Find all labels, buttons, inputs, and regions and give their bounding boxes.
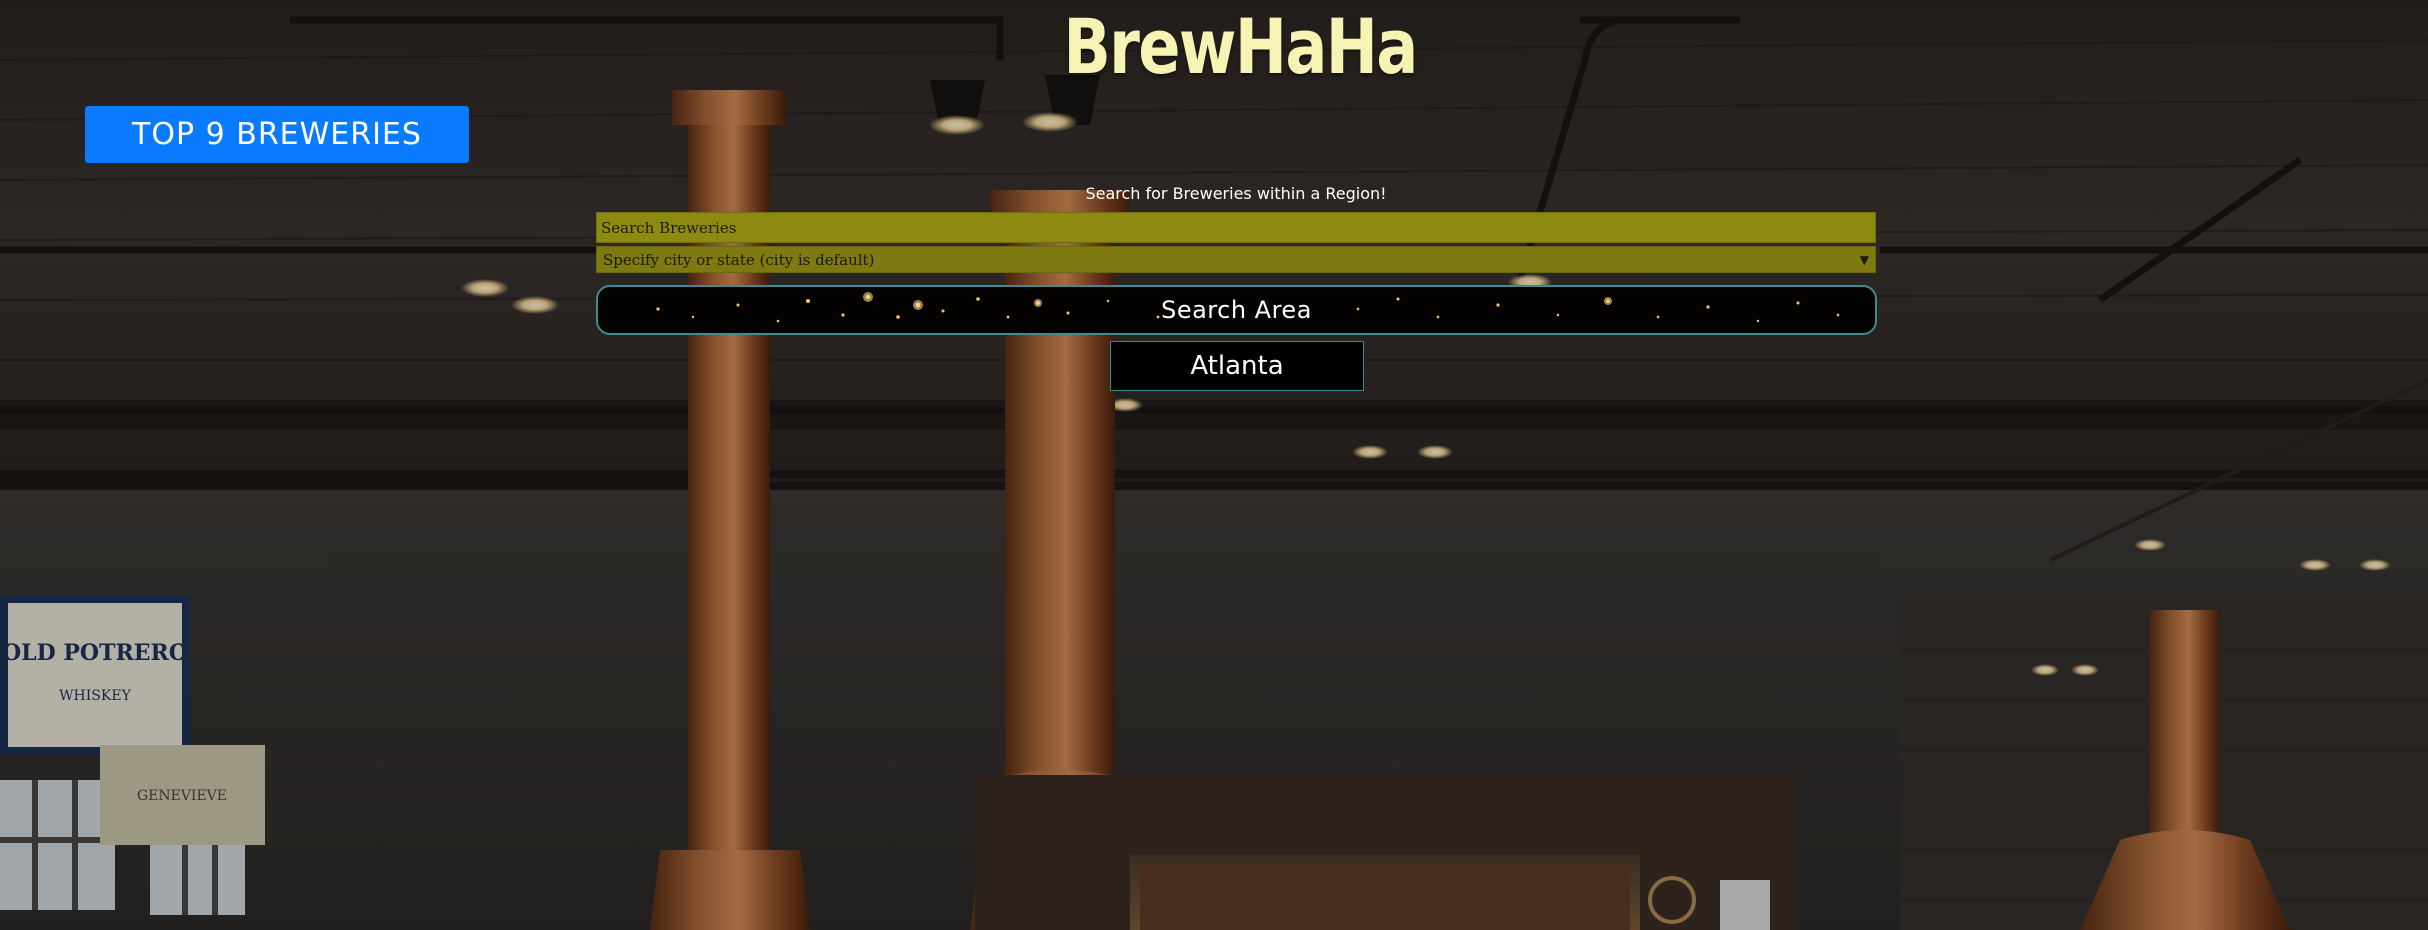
top-9-breweries-button[interactable]: TOP 9 BREWERIES xyxy=(85,106,469,163)
search-area-button[interactable]: Search Area xyxy=(596,285,1877,335)
city-result-button[interactable]: Atlanta xyxy=(1110,341,1364,391)
brewhaha-logo: BrewHaHa xyxy=(1063,1,1418,91)
chevron-down-icon: ▼ xyxy=(1859,252,1869,267)
page: OLD POTRERO WHISKEY GENEVIEVE TOP 9 BREW… xyxy=(0,0,2428,930)
search-breweries-input[interactable] xyxy=(596,212,1876,243)
search-area-label: Search Area xyxy=(1161,296,1312,324)
search-heading: Search for Breweries within a Region! xyxy=(1085,184,1387,203)
region-type-select-value: Specify city or state (city is default) xyxy=(603,250,875,269)
region-type-select[interactable]: Specify city or state (city is default) … xyxy=(596,246,1876,273)
